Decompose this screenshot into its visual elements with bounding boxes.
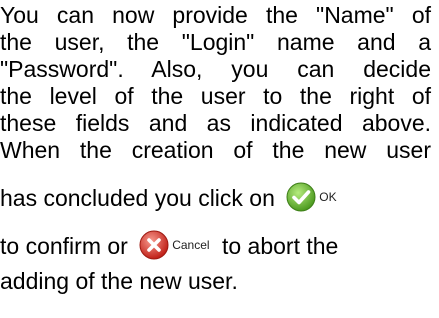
text-line-8-text-b: to abort the — [221, 233, 339, 260]
ok-button-label: OK — [319, 189, 337, 204]
text-line-8-text-a: to confirm or — [0, 233, 128, 260]
text-line-2: the user, the "Login" name and a — [0, 29, 431, 55]
check-icon — [285, 181, 317, 213]
text-line-5: these fields and as indicated above. — [0, 110, 431, 136]
text-line-1: You can now provide the "Name" of — [0, 2, 431, 28]
cancel-button-label: Cancel — [172, 237, 210, 252]
instruction-paragraph: You can now provide the "Name" of the us… — [0, 0, 439, 318]
x-icon — [138, 229, 170, 261]
text-line-8: to confirm or Cancel to abort the — [0, 229, 431, 264]
text-line-9: adding of the new user. — [0, 268, 238, 294]
text-line-7-text: has concluded you click on — [0, 185, 275, 212]
ok-button[interactable]: OK — [285, 181, 337, 213]
text-line-6: When the creation of the new user — [0, 137, 431, 163]
text-line-3: "Password". Also, you can decide — [0, 56, 431, 82]
cancel-button[interactable]: Cancel — [138, 229, 210, 261]
text-line-4: the level of the user to the right of — [0, 83, 431, 109]
text-line-7: has concluded you click on OK — [0, 181, 431, 216]
